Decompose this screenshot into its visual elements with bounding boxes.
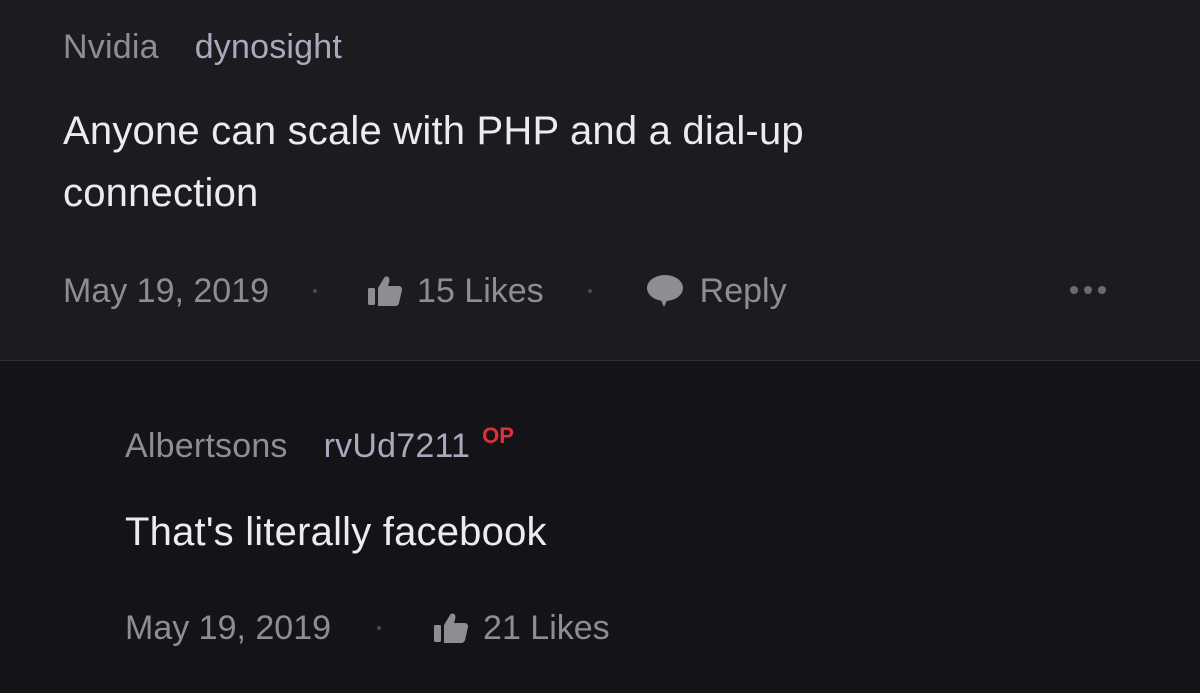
separator-dot <box>587 289 592 293</box>
thumbs-up-icon <box>433 612 469 644</box>
speech-bubble-icon <box>646 274 684 308</box>
comment-header: Nvidia dynosight <box>63 28 342 67</box>
comment-text: Anyone can scale with PHP and a dial-up … <box>63 109 804 215</box>
comment-actions: May 19, 2019 15 Likes Reply <box>63 268 787 314</box>
company-name: Albertsons <box>125 427 288 465</box>
username[interactable]: rvUd7211 <box>324 427 471 466</box>
comment-date: May 19, 2019 <box>125 608 332 647</box>
like-button[interactable]: 15 Likes <box>367 272 544 311</box>
reply-label: Reply <box>699 271 787 310</box>
separator-dot <box>377 626 382 630</box>
comment-text: That's literally facebook <box>125 510 547 554</box>
comment-header: Albertsons rvUd7211 OP <box>125 423 514 466</box>
username[interactable]: dynosight <box>195 28 342 67</box>
separator-dot <box>313 289 318 293</box>
comment-actions: May 19, 2019 21 Likes <box>125 605 610 651</box>
op-badge: OP <box>482 423 514 448</box>
comment-date: May 19, 2019 <box>63 271 270 310</box>
reply-button[interactable]: Reply <box>646 272 787 311</box>
more-dots-icon <box>1070 286 1078 294</box>
likes-count: 15 Likes <box>417 271 544 310</box>
company-name: Nvidia <box>63 28 159 66</box>
like-button[interactable]: 21 Likes <box>433 609 610 648</box>
reply-comment-card: Albertsons rvUd7211 OP That's literally … <box>0 361 1200 693</box>
more-options-button[interactable] <box>1070 286 1106 294</box>
likes-count: 21 Likes <box>483 608 610 647</box>
comment-card: Nvidia dynosight Anyone can scale with P… <box>0 0 1200 361</box>
thumbs-up-icon <box>367 275 403 307</box>
